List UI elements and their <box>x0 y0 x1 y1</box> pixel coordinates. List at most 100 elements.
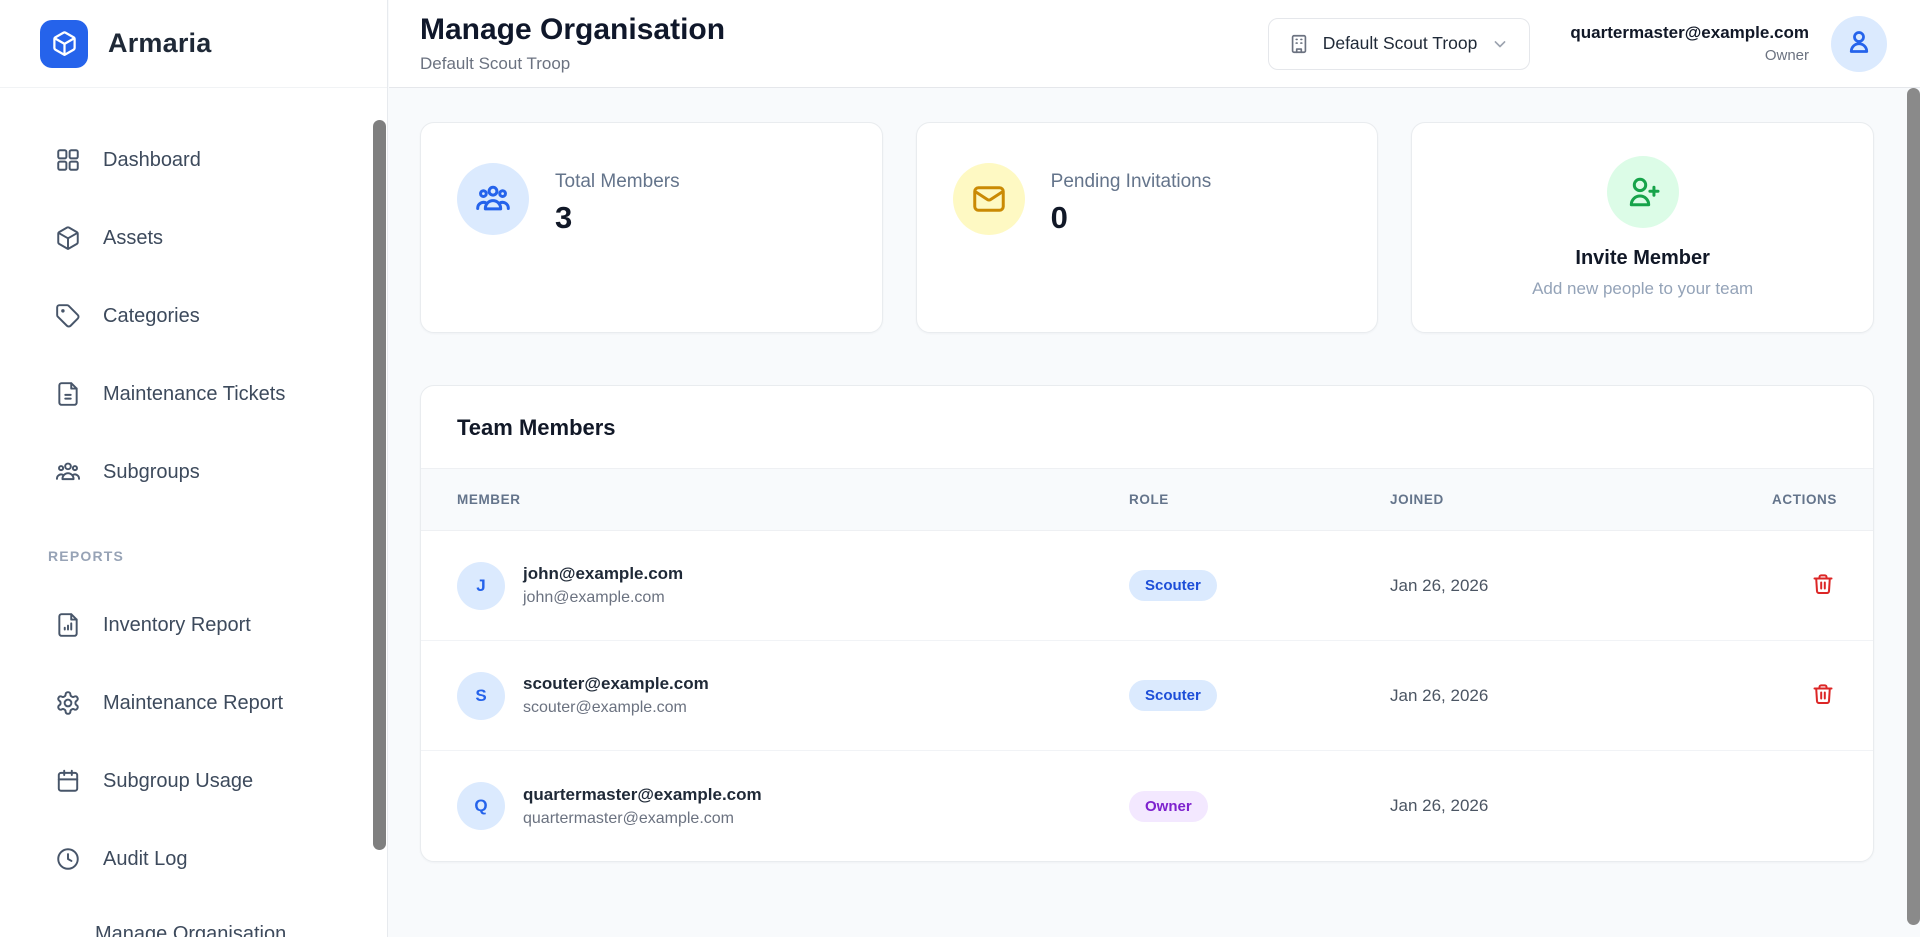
sidebar-item-subgroup-usage[interactable]: Subgroup Usage <box>0 753 387 809</box>
role-badge: Owner <box>1129 791 1208 822</box>
column-header-member: MEMBER <box>457 492 1129 507</box>
sidebar-item-subgroups[interactable]: Subgroups <box>0 444 387 500</box>
member-row-scouter-example-com: S scouter@example.com scouter@example.co… <box>421 641 1873 751</box>
table-body: J john@example.com john@example.com Scou… <box>421 531 1873 861</box>
sidebar-item-audit-log[interactable]: Audit Log <box>0 831 387 887</box>
member-row-quartermaster-example-com: Q quartermaster@example.com quartermaste… <box>421 751 1873 861</box>
sidebar-item-maintenance-tickets[interactable]: Maintenance Tickets <box>0 366 387 422</box>
stat-text: Total Members 3 <box>555 171 680 236</box>
member-email: quartermaster@example.com <box>523 810 762 828</box>
invite-member-subtitle: Add new people to your team <box>1532 279 1753 299</box>
sidebar-section-reports: REPORTS <box>0 548 387 564</box>
app-screen: Armaria Dashboard Assets Categories Main… <box>0 0 1920 937</box>
invite-member-title: Invite Member <box>1575 247 1709 270</box>
clock-icon <box>55 846 81 872</box>
main-content: Total Members 3 Pending Invitations 0 In… <box>389 88 1920 937</box>
delete-member-button[interactable] <box>1809 570 1837 598</box>
stat-value: 0 <box>1051 200 1212 236</box>
mail-icon <box>953 163 1025 235</box>
member-avatar: Q <box>457 782 505 830</box>
stat-label: Pending Invitations <box>1051 171 1212 193</box>
sidebar-item-label: Maintenance Report <box>103 692 283 715</box>
sidebar-item-label: Assets <box>103 227 163 250</box>
stat-label: Total Members <box>555 171 680 193</box>
member-cell: J john@example.com john@example.com <box>457 562 1129 610</box>
role-badge: Scouter <box>1129 570 1217 601</box>
actions-cell <box>1702 791 1837 822</box>
member-identity: quartermaster@example.com quartermaster@… <box>523 785 762 828</box>
box-icon <box>40 20 88 68</box>
box-icon <box>55 225 81 251</box>
sidebar-item-inventory-report[interactable]: Inventory Report <box>0 597 387 653</box>
role-cell: Scouter <box>1129 570 1390 601</box>
grid-icon <box>55 147 81 173</box>
trash-icon <box>1811 572 1835 596</box>
sidebar-item-clipped[interactable]: Manage Organisation <box>95 923 286 937</box>
user-icon <box>1844 27 1874 60</box>
invite-member-card[interactable]: Invite Member Add new people to your tea… <box>1411 122 1874 333</box>
team-members-title: Team Members <box>457 415 1837 441</box>
role-cell: Scouter <box>1129 680 1390 711</box>
joined-cell: Jan 26, 2026 <box>1390 796 1702 816</box>
role-badge: Scouter <box>1129 680 1217 711</box>
delete-member-button[interactable] <box>1809 680 1837 708</box>
org-selector-label: Default Scout Troop <box>1323 33 1478 54</box>
stats-row: Total Members 3 Pending Invitations 0 In… <box>420 122 1874 333</box>
stat-text: Pending Invitations 0 <box>1051 171 1212 236</box>
user-email: quartermaster@example.com <box>1570 23 1809 43</box>
main-scrollbar[interactable] <box>1907 88 1920 925</box>
column-header-actions: ACTIONS <box>1702 492 1837 507</box>
sidebar-scrollbar[interactable] <box>373 120 386 850</box>
member-avatar: S <box>457 672 505 720</box>
tag-icon <box>55 303 81 329</box>
member-name: quartermaster@example.com <box>523 785 762 805</box>
column-header-joined: JOINED <box>1390 492 1702 507</box>
calendar-icon <box>55 768 81 794</box>
file-lines-icon <box>55 381 81 407</box>
header-user-info: quartermaster@example.com Owner <box>1570 23 1809 64</box>
sidebar-item-dashboard[interactable]: Dashboard <box>0 132 387 188</box>
member-row-john-example-com: J john@example.com john@example.com Scou… <box>421 531 1873 641</box>
actions-cell <box>1702 680 1837 711</box>
member-avatar: J <box>457 562 505 610</box>
member-email: john@example.com <box>523 589 683 607</box>
sidebar-item-assets[interactable]: Assets <box>0 210 387 266</box>
member-name: scouter@example.com <box>523 674 709 694</box>
member-email: scouter@example.com <box>523 699 709 717</box>
table-header-row: MEMBER ROLE JOINED ACTIONS <box>421 468 1873 531</box>
sidebar-report-items: Inventory Report Maintenance Report Subg… <box>0 597 387 887</box>
trash-icon <box>1811 682 1835 706</box>
gear-icon <box>55 690 81 716</box>
brand-name: Armaria <box>108 28 211 59</box>
sidebar-item-maintenance-report[interactable]: Maintenance Report <box>0 675 387 731</box>
users-icon <box>55 459 81 485</box>
sidebar-item-label: Subgroup Usage <box>103 770 253 793</box>
file-chart-icon <box>55 612 81 638</box>
member-identity: john@example.com john@example.com <box>523 564 683 607</box>
sidebar-item-label: Audit Log <box>103 848 188 871</box>
sidebar-item-label: Maintenance Tickets <box>103 383 285 406</box>
sidebar-item-label: Subgroups <box>103 461 200 484</box>
org-selector-button[interactable]: Default Scout Troop <box>1268 18 1531 70</box>
user-role: Owner <box>1765 47 1809 64</box>
page-subtitle: Default Scout Troop <box>420 54 725 74</box>
sidebar: Armaria Dashboard Assets Categories Main… <box>0 0 388 937</box>
stat-card-pending-invitations: Pending Invitations 0 <box>916 122 1379 333</box>
brand: Armaria <box>0 0 387 88</box>
stat-card-total-members: Total Members 3 <box>420 122 883 333</box>
page-header: Manage Organisation Default Scout Troop … <box>389 0 1920 88</box>
chevron-down-icon <box>1490 34 1510 54</box>
header-right: Default Scout Troop quartermaster@exampl… <box>1268 16 1887 72</box>
sidebar-item-categories[interactable]: Categories <box>0 288 387 344</box>
actions-cell <box>1702 570 1837 601</box>
building-icon <box>1288 33 1310 55</box>
joined-cell: Jan 26, 2026 <box>1390 576 1702 596</box>
users-icon <box>457 163 529 235</box>
member-name: john@example.com <box>523 564 683 584</box>
avatar[interactable] <box>1831 16 1887 72</box>
sidebar-main-items: Dashboard Assets Categories Maintenance … <box>0 132 387 500</box>
stat-value: 3 <box>555 200 680 236</box>
joined-cell: Jan 26, 2026 <box>1390 686 1702 706</box>
page-heading: Manage Organisation Default Scout Troop <box>420 13 725 74</box>
team-members-header: Team Members <box>421 386 1873 468</box>
